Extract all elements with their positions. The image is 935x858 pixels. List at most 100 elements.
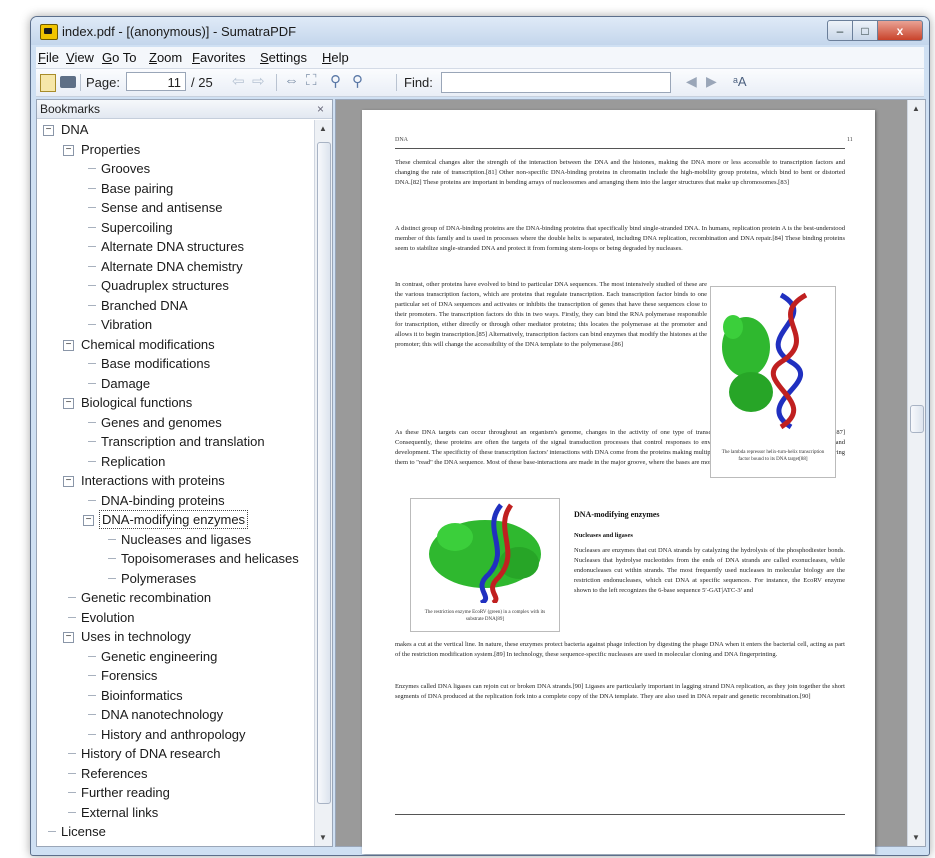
maximize-button[interactable]: □ <box>852 20 878 41</box>
bookmark-label: Base modifications <box>101 356 211 371</box>
bookmark-item[interactable]: Damage <box>37 374 315 393</box>
bookmark-item[interactable]: Base modifications <box>37 354 315 373</box>
bookmark-item[interactable]: Further reading <box>37 783 315 802</box>
scroll-down-icon[interactable]: ▼ <box>319 833 327 842</box>
find-label: Find: <box>404 75 433 90</box>
bookmark-item[interactable]: History of DNA research <box>37 744 315 763</box>
collapse-toggle-icon[interactable]: − <box>63 632 74 643</box>
open-file-icon[interactable] <box>40 74 56 92</box>
close-button[interactable]: x <box>877 20 923 41</box>
tree-connector <box>88 460 96 462</box>
bookmark-label: Further reading <box>81 785 170 800</box>
previous-page-icon[interactable]: ⇦ <box>232 72 245 90</box>
bookmark-item[interactable]: − Interactions with proteins <box>37 471 315 490</box>
figure-caption: The restriction enzyme EcoRV (green) in … <box>424 610 546 622</box>
bookmark-item[interactable]: Genetic engineering <box>37 647 315 666</box>
document-scroll-thumb[interactable] <box>910 405 924 433</box>
menu-zoom[interactable]: Zoom <box>149 50 182 65</box>
bookmark-item[interactable]: DNA-binding proteins <box>37 491 315 510</box>
bookmark-item[interactable]: Topoisomerases and helicases <box>37 549 315 568</box>
tree-connector <box>88 324 96 325</box>
collapse-toggle-icon[interactable]: − <box>63 398 74 409</box>
bookmark-label: Transcription and translation <box>101 434 265 449</box>
bookmark-item[interactable]: − Properties <box>37 140 315 159</box>
bookmark-item[interactable]: Evolution <box>37 608 315 627</box>
page-number-input[interactable]: 11 <box>126 72 186 91</box>
sidebar-scrollbar[interactable]: ▲ ▼ <box>314 120 332 846</box>
bookmark-item[interactable]: − Chemical modifications <box>37 335 315 354</box>
bookmark-item[interactable]: Branched DNA <box>37 296 315 315</box>
bookmark-item[interactable]: Vibration <box>37 315 315 334</box>
tree-connector <box>88 733 96 735</box>
tree-connector <box>68 792 76 793</box>
tree-connector <box>88 304 96 306</box>
bookmark-item[interactable]: Supercoiling <box>37 218 315 237</box>
collapse-toggle-icon[interactable]: − <box>63 476 74 487</box>
document-scrollbar[interactable]: ▲ ▼ <box>907 100 925 846</box>
bookmark-label: Polymerases <box>121 570 197 586</box>
menu-file[interactable]: File <box>38 50 59 65</box>
bookmark-item[interactable]: − Uses in technology <box>37 627 315 646</box>
bookmark-item[interactable]: Alternate DNA structures <box>37 237 315 256</box>
next-page-icon[interactable]: ⇨ <box>252 72 265 90</box>
tree-connector <box>88 441 96 442</box>
collapse-toggle-icon[interactable]: − <box>83 515 94 526</box>
bookmark-item[interactable]: Sense and antisense <box>37 198 315 217</box>
find-previous-icon[interactable]: ◀ <box>686 73 697 90</box>
bookmark-item[interactable]: Forensics <box>37 666 315 685</box>
menu-help[interactable]: Help <box>322 50 349 65</box>
zoom-in-icon[interactable]: ⚲ <box>352 72 363 90</box>
minimize-button[interactable]: – <box>827 20 853 41</box>
collapse-toggle-icon[interactable]: − <box>63 339 74 351</box>
bookmark-item[interactable]: Genes and genomes <box>37 413 315 432</box>
collapse-toggle-icon[interactable]: − <box>63 144 74 156</box>
title-bar[interactable]: index.pdf - [(anonymous)] - SumatraPDF –… <box>31 17 929 45</box>
bookmark-item[interactable]: Quadruplex structures <box>37 276 315 295</box>
bookmark-item[interactable]: Replication <box>37 452 315 471</box>
bookmark-item[interactable]: DNA nanotechnology <box>37 705 315 724</box>
fit-page-icon[interactable]: ⛶ <box>306 72 317 89</box>
bookmark-item[interactable]: − Biological functions <box>37 393 315 412</box>
collapse-toggle-icon[interactable]: − <box>43 125 54 136</box>
menu-view[interactable]: View <box>66 50 94 65</box>
bookmark-item[interactable]: Polymerases <box>37 569 315 588</box>
tree-connector <box>108 558 116 559</box>
bookmark-item[interactable]: Grooves <box>37 159 315 178</box>
bookmark-item[interactable]: License <box>37 822 315 841</box>
bookmark-item[interactable]: References <box>37 764 315 783</box>
bookmark-label: Supercoiling <box>101 219 173 235</box>
sidebar-scroll-thumb[interactable] <box>317 142 331 804</box>
tree-connector <box>88 421 96 423</box>
window-title: index.pdf - [(anonymous)] - SumatraPDF <box>62 24 297 39</box>
bookmark-item[interactable]: External links <box>37 803 315 822</box>
paragraph: In contrast, other proteins have evolved… <box>395 281 707 348</box>
header-rule <box>395 148 845 149</box>
paragraph: A distinct group of DNA-binding proteins… <box>395 225 845 252</box>
bookmark-item[interactable]: Base pairing <box>37 179 315 198</box>
tree-connector <box>88 655 96 657</box>
menu-settings[interactable]: Settings <box>260 50 307 65</box>
tree-connector <box>108 577 116 579</box>
menu-goto[interactable]: Go To <box>102 50 136 65</box>
scroll-up-icon[interactable]: ▲ <box>319 124 327 133</box>
bookmark-item[interactable]: Nucleases and ligases <box>37 530 315 549</box>
scroll-down-icon[interactable]: ▼ <box>912 833 920 842</box>
bookmark-item[interactable]: Transcription and translation <box>37 432 315 451</box>
fit-width-icon[interactable]: ⇔ <box>284 72 299 89</box>
bookmark-item[interactable]: History and anthropology <box>37 725 315 744</box>
bookmark-item[interactable]: − DNA <box>37 120 315 139</box>
tree-connector <box>88 382 96 384</box>
zoom-out-icon[interactable]: ⚲ <box>330 72 341 90</box>
menu-favorites[interactable]: Favorites <box>192 50 245 65</box>
bookmark-item[interactable]: Genetic recombination <box>37 588 315 607</box>
print-icon[interactable] <box>60 76 76 88</box>
find-input[interactable] <box>441 72 671 93</box>
match-case-icon[interactable]: ᵃA <box>733 74 747 89</box>
document-view[interactable]: DNA 11 These chemical changes alter the … <box>335 99 926 854</box>
scroll-up-icon[interactable]: ▲ <box>912 104 920 113</box>
bookmark-item[interactable]: Alternate DNA chemistry <box>37 257 315 276</box>
sidebar-close-button[interactable]: × <box>317 102 324 116</box>
bookmark-item[interactable]: − DNA-modifying enzymes <box>37 510 315 529</box>
find-next-icon[interactable]: ▶ <box>706 73 717 90</box>
bookmark-item[interactable]: Bioinformatics <box>37 686 315 705</box>
